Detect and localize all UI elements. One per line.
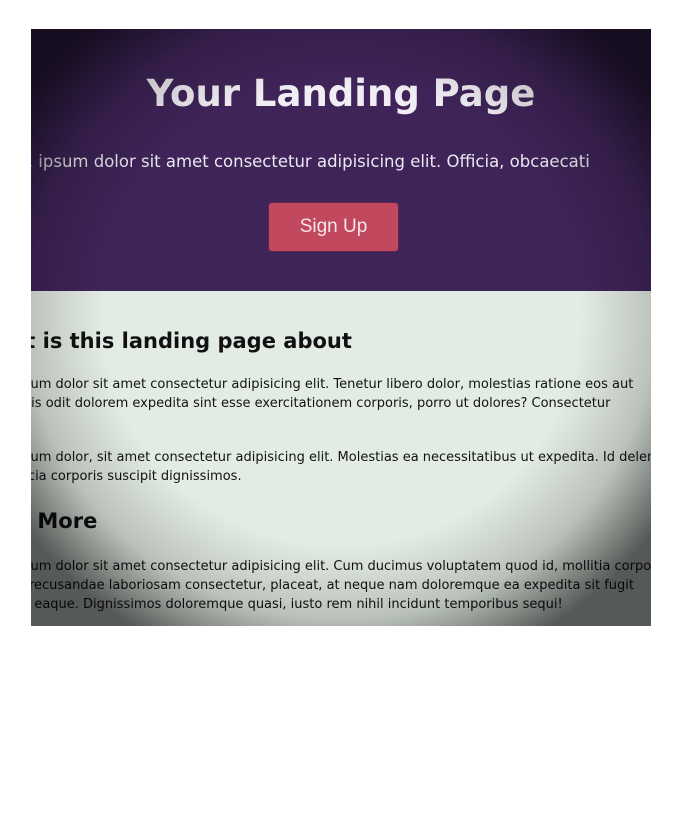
learn-more-paragraph-line-1: Lorem ipsum dolor sit amet consectetur a…	[31, 559, 651, 574]
about-paragraph-1-line-1: Lorem ipsum dolor sit amet consectetur a…	[31, 377, 634, 392]
page-viewport: Your Landing Page Lorem, ipsum dolor sit…	[31, 29, 651, 626]
about-paragraph-2-line-2: ipsam officia corporis suscipit dignissi…	[31, 469, 242, 484]
about-paragraph-2-line-1: Lorem ipsum dolor, sit amet consectetur …	[31, 450, 651, 465]
learn-more-paragraph-line-3: veritatis eaque. Dignissimos doloremque …	[31, 597, 563, 612]
hero-title: Your Landing Page	[146, 72, 536, 115]
about-paragraph-1: Lorem ipsum dolor sit amet consectetur a…	[31, 375, 651, 413]
sign-up-button[interactable]: Sign Up	[269, 203, 398, 251]
hero-tagline-text: Lorem, ipsum dolor sit amet consectetur …	[31, 152, 590, 171]
hero-tagline: Lorem, ipsum dolor sit amet consectetur …	[31, 149, 651, 175]
hero-section: Your Landing Page Lorem, ipsum dolor sit…	[31, 29, 651, 291]
about-heading: What is this landing page about	[31, 329, 352, 353]
content-section: What is this landing page about Lorem ip…	[31, 291, 651, 626]
about-paragraph-1-line-2: quisquam, facilis odit dolorem expedita …	[31, 396, 611, 411]
learn-more-paragraph: Lorem ipsum dolor sit amet consectetur a…	[31, 557, 651, 614]
learn-more-heading: Learn More	[31, 509, 98, 533]
learn-more-paragraph-line-2: dolore recusandae laboriosam consectetur…	[31, 578, 634, 593]
about-paragraph-2: Lorem ipsum dolor, sit amet consectetur …	[31, 448, 651, 486]
